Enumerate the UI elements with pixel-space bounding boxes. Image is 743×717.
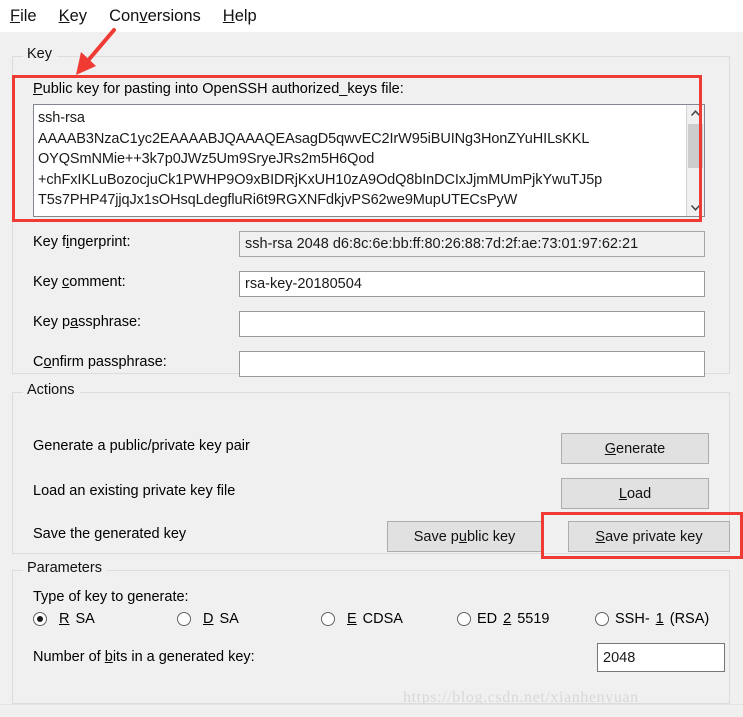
menu-mnemonic: H: [222, 6, 235, 25]
save-public-key-button[interactable]: Save p u blic key: [387, 521, 542, 552]
label-post: omment:: [69, 274, 126, 290]
menu-label-pre: Con: [109, 6, 140, 25]
action-row-generate: Generate a public/private key pair Gener…: [33, 433, 709, 464]
bits-label: Number of bits in a generated key:: [33, 649, 255, 665]
label-post: ssphrase:: [78, 314, 142, 330]
radio-rsa[interactable]: R SA: [33, 611, 95, 627]
key-comment-label: Key comment:: [33, 274, 126, 290]
button-label: enerate: [616, 440, 666, 457]
public-key-textarea[interactable]: ssh-rsa AAAAB3NzaC1yc2EAAAABJQAAAQEAsagD…: [33, 104, 705, 217]
radio-label: SA: [75, 611, 95, 627]
radio-ssh1-rsa[interactable]: SSH- 1 (RSA): [595, 611, 709, 627]
radio-label: (RSA): [669, 611, 710, 627]
label-mnemonic: o: [43, 354, 52, 370]
radio-mnemonic: R: [59, 611, 70, 627]
menu-bar: File Key Conversions Help: [0, 0, 743, 32]
menu-item-help[interactable]: Help: [221, 6, 259, 27]
menu-label: ey: [69, 6, 88, 25]
scrollbar-thumb[interactable]: [688, 124, 703, 168]
parameters-group-box: Parameters Type of key to generate: R SA …: [12, 560, 730, 704]
action-row-load: Load an existing private key file Load: [33, 478, 709, 509]
button-mnemonic: G: [604, 440, 617, 457]
menu-mnemonic: K: [58, 6, 70, 25]
radio-ecdsa[interactable]: E CDSA: [321, 611, 403, 627]
radio-button-icon[interactable]: [321, 612, 335, 626]
parameters-group-title: Parameters: [23, 560, 107, 576]
button-label: blic key: [466, 528, 516, 545]
radio-label-pre: ED: [477, 611, 498, 627]
key-group-box: Key Public key for pasting into OpenSSH …: [12, 46, 730, 377]
menu-label: ersions: [147, 6, 201, 25]
radio-mnemonic: D: [203, 611, 214, 627]
button-label-pre: Save p: [413, 528, 459, 545]
bits-input[interactable]: [597, 643, 725, 672]
actions-group-title: Actions: [23, 382, 80, 398]
menu-label: elp: [234, 6, 257, 25]
public-key-label: Public key for pasting into OpenSSH auth…: [33, 81, 404, 97]
button-label: oad: [626, 485, 652, 502]
label-pre: Key: [33, 274, 63, 290]
label-pre: C: [33, 354, 44, 370]
radio-label: 5519: [517, 611, 550, 627]
radio-dsa[interactable]: D SA: [177, 611, 239, 627]
label-post: its in a generated key:: [112, 649, 255, 665]
radio-button-icon[interactable]: [177, 612, 191, 626]
button-mnemonic: L: [618, 485, 627, 502]
button-label: ave private key: [605, 528, 703, 545]
public-key-scrollbar[interactable]: [686, 105, 704, 216]
generate-button[interactable]: Generate: [561, 433, 709, 464]
label-pre: Key f: [33, 234, 67, 250]
key-passphrase-label: Key passphrase:: [33, 314, 141, 330]
label-pre: Number of: [33, 649, 105, 665]
radio-label: SA: [219, 611, 239, 627]
menu-item-conversions[interactable]: Conversions: [107, 6, 203, 27]
confirm-passphrase-input[interactable]: [239, 351, 705, 377]
menu-mnemonic: v: [139, 6, 148, 25]
label-pre: Key p: [33, 314, 71, 330]
menu-item-key[interactable]: Key: [57, 6, 89, 27]
actions-group-box: Actions Generate a public/private key pa…: [12, 382, 730, 554]
key-type-label: Type of key to generate:: [33, 589, 189, 605]
radio-mnemonic: 1: [655, 611, 664, 627]
label-post: ngerprint:: [69, 234, 131, 250]
radio-label: CDSA: [362, 611, 403, 627]
radio-ed25519[interactable]: ED 2 5519: [457, 611, 550, 627]
public-key-label-mnemonic: P: [33, 81, 43, 97]
radio-button-icon[interactable]: [457, 612, 471, 626]
button-mnemonic: S: [595, 528, 606, 545]
radio-mnemonic: 2: [503, 611, 512, 627]
radio-button-icon[interactable]: [595, 612, 609, 626]
radio-label-pre: SSH-: [615, 611, 650, 627]
load-description: Load an existing private key file: [33, 483, 236, 499]
label-mnemonic: b: [104, 649, 113, 665]
save-private-key-button[interactable]: Save private key: [568, 521, 730, 552]
menu-mnemonic: F: [10, 6, 21, 25]
chevron-down-icon[interactable]: [687, 199, 704, 216]
key-passphrase-input[interactable]: [239, 311, 705, 337]
confirm-passphrase-label: Confirm passphrase:: [33, 354, 167, 370]
public-key-value[interactable]: ssh-rsa AAAAB3NzaC1yc2EAAAABJQAAAQEAsagD…: [34, 105, 686, 216]
key-fingerprint-input[interactable]: [239, 231, 705, 257]
save-description: Save the generated key: [33, 526, 187, 542]
menu-item-file[interactable]: File: [8, 6, 39, 27]
public-key-label-text: ublic key for pasting into OpenSSH autho…: [42, 81, 404, 97]
chevron-up-icon[interactable]: [687, 105, 704, 122]
key-group-title: Key: [23, 46, 57, 62]
key-comment-input[interactable]: [239, 271, 705, 297]
label-post: nfirm passphrase:: [51, 354, 167, 370]
menu-label: ile: [20, 6, 37, 25]
label-mnemonic: a: [70, 314, 79, 330]
generate-description: Generate a public/private key pair: [33, 438, 250, 454]
action-row-save: Save the generated key Save p u blic key S…: [33, 521, 730, 552]
key-fingerprint-label: Key fingerprint:: [33, 234, 131, 250]
button-mnemonic: u: [458, 528, 467, 545]
radio-mnemonic: E: [347, 611, 357, 627]
load-button[interactable]: Load: [561, 478, 709, 509]
radio-button-icon[interactable]: [33, 612, 47, 626]
bottom-strip: [0, 704, 743, 717]
key-type-radio-group: R SA D SA E CDSA ED 2 5519 SSH- 1 (RSA): [33, 611, 713, 633]
